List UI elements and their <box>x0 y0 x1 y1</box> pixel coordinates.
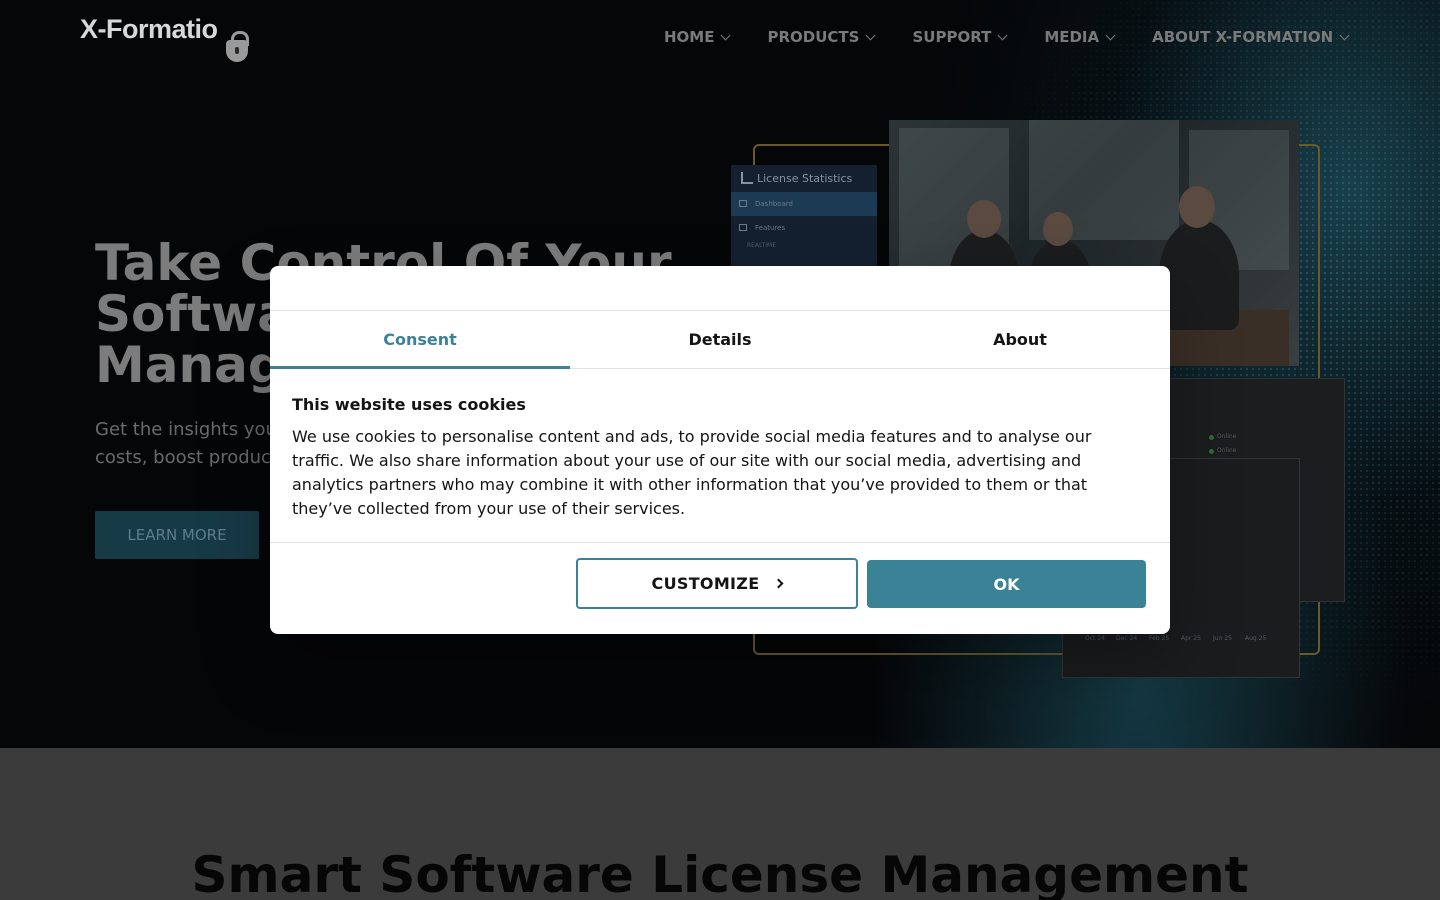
dialog-tabs: Consent Details About <box>270 311 1170 369</box>
chevron-right-icon <box>773 578 784 589</box>
customize-label: CUSTOMIZE <box>651 574 760 593</box>
ok-button[interactable]: OK <box>867 560 1146 608</box>
dialog-body: This website uses cookies We use cookies… <box>270 369 1170 543</box>
tab-details[interactable]: Details <box>570 311 870 368</box>
tab-consent[interactable]: Consent <box>270 311 570 369</box>
dialog-actions: CUSTOMIZE OK <box>270 543 1170 633</box>
modal-backdrop: Consent Details About This website uses … <box>0 0 1440 900</box>
dialog-top-bar <box>270 266 1170 311</box>
customize-button[interactable]: CUSTOMIZE <box>576 558 858 609</box>
dialog-heading: This website uses cookies <box>292 395 526 414</box>
tab-about[interactable]: About <box>870 311 1170 368</box>
cookie-consent-dialog: Consent Details About This website uses … <box>270 266 1170 634</box>
dialog-text: We use cookies to personalise content an… <box>292 427 1092 518</box>
